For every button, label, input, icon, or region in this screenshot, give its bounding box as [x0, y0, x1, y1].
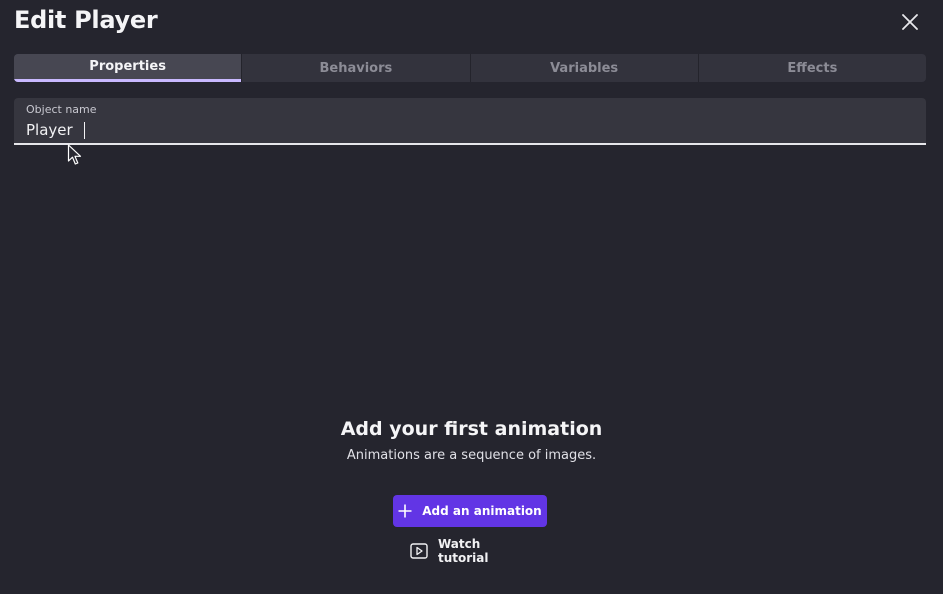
- text-caret: [84, 122, 85, 139]
- empty-state-title: Add your first animation: [340, 418, 603, 440]
- tab-properties[interactable]: Properties: [14, 54, 242, 82]
- object-name-field[interactable]: Object name: [14, 98, 926, 145]
- mouse-pointer-icon: [67, 144, 83, 166]
- add-animation-label: Add an animation: [422, 504, 542, 518]
- dialog-title: Edit Player: [14, 6, 158, 34]
- watch-tutorial-button[interactable]: Watch tutorial: [410, 537, 534, 565]
- add-animation-button[interactable]: Add an animation: [393, 495, 547, 527]
- object-name-input[interactable]: [26, 120, 906, 140]
- empty-state-subtitle: Animations are a sequence of images.: [346, 448, 597, 463]
- edit-object-dialog: Edit Player Properties Behaviors Variabl…: [0, 0, 943, 594]
- tab-behaviors[interactable]: Behaviors: [241, 54, 469, 82]
- empty-state: Add your first animation Animations are …: [0, 418, 943, 463]
- plus-icon: [398, 504, 412, 518]
- play-icon: [410, 543, 428, 559]
- tab-bar: Properties Behaviors Variables Effects: [14, 54, 926, 82]
- tab-variables[interactable]: Variables: [469, 54, 698, 82]
- close-icon: [902, 14, 918, 30]
- watch-tutorial-label: Watch tutorial: [438, 537, 489, 565]
- tab-effects[interactable]: Effects: [697, 54, 926, 82]
- close-button[interactable]: [896, 8, 924, 36]
- object-name-label: Object name: [26, 103, 97, 116]
